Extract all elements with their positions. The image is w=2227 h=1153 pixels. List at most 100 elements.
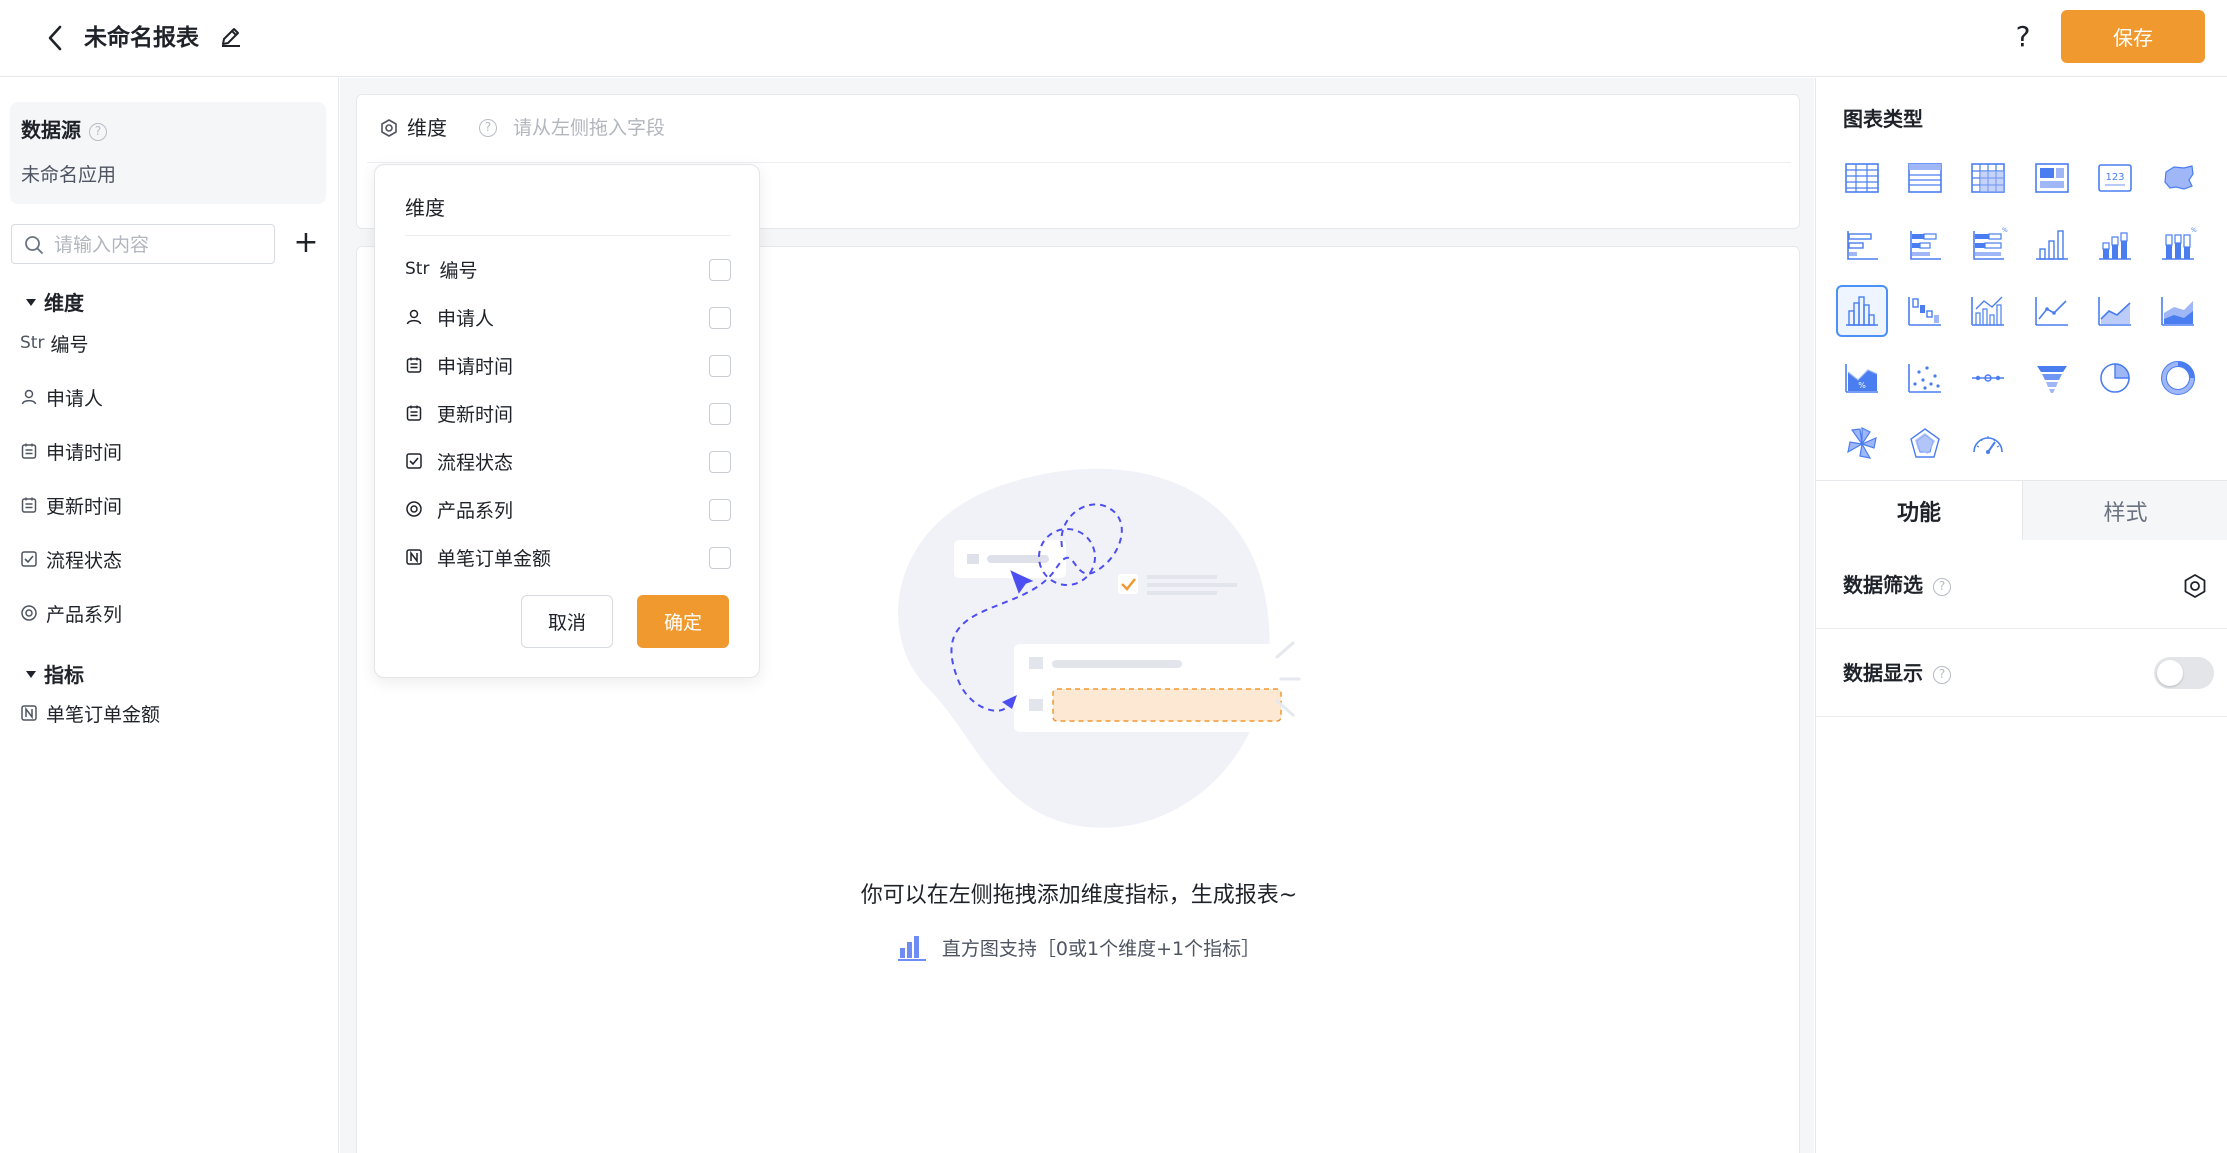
chart-type-stacked-horizontal-bar[interactable] — [1899, 219, 1951, 271]
help-circle-icon[interactable]: ? — [1933, 577, 1951, 596]
chart-type-card-table[interactable] — [2026, 152, 2078, 204]
chart-type-dot-line[interactable] — [1962, 352, 2014, 404]
search-icon — [25, 236, 43, 254]
field-item[interactable]: 申请时间 — [20, 434, 122, 468]
chart-type-scatter[interactable] — [1899, 352, 1951, 404]
tab-style[interactable]: 样式 — [2022, 481, 2227, 540]
datasource-card[interactable]: 数据源? 未命名应用 — [10, 102, 326, 204]
radio-icon — [405, 500, 423, 518]
histogram-chart-icon — [1846, 296, 1878, 326]
dimension-group-header[interactable]: 维度 — [26, 288, 84, 318]
chart-type-stacked-column[interactable] — [2089, 219, 2141, 271]
chart-type-area[interactable] — [2089, 285, 2141, 337]
field-item[interactable]: 更新时间 — [20, 488, 122, 522]
chart-type-map[interactable] — [2152, 152, 2204, 204]
chart-type-waterfall[interactable] — [1899, 285, 1951, 337]
user-icon — [20, 388, 38, 406]
option-checkbox[interactable] — [709, 355, 731, 377]
percent-column-chart-icon: % — [2162, 227, 2197, 260]
option-checkbox[interactable] — [709, 499, 731, 521]
field-item[interactable]: 产品系列 — [20, 596, 122, 630]
save-button[interactable]: 保存 — [2061, 10, 2205, 63]
field-label: 编号 — [50, 333, 89, 356]
chart-type-detail-table[interactable] — [1899, 152, 1951, 204]
field-item[interactable]: 单笔订单金额 — [20, 696, 160, 730]
checkbox-icon — [20, 550, 38, 568]
edit-title-button[interactable] — [218, 24, 244, 50]
dimension-picker-popover: 维度 Str 编号 申请人 申请时间 更新时间 流程状态 产品系列 单笔订单金额 … — [374, 164, 760, 678]
popover-option[interactable]: 单笔订单金额 — [405, 540, 731, 574]
chart-type-stacked-area[interactable] — [2152, 285, 2204, 337]
datasource-app-name: 未命名应用 — [21, 164, 117, 186]
popover-title: 维度 — [405, 196, 445, 220]
chart-type-histogram[interactable] — [1836, 285, 1888, 337]
settings-hex-icon[interactable] — [379, 118, 399, 138]
calendar-icon — [405, 404, 423, 422]
svg-text:%: % — [1858, 381, 1866, 390]
tab-function[interactable]: 功能 — [1816, 481, 2022, 540]
chart-type-gauge[interactable] — [1962, 418, 2014, 470]
popover-option[interactable]: 更新时间 — [405, 396, 731, 430]
scatter-chart-icon — [1908, 364, 1941, 393]
cancel-button[interactable]: 取消 — [521, 595, 613, 648]
field-label: 单笔订单金额 — [46, 703, 161, 726]
popover-option[interactable]: 申请时间 — [405, 348, 731, 382]
stacked-column-chart-icon — [2099, 232, 2131, 260]
metric-group-header[interactable]: 指标 — [26, 660, 84, 690]
popover-option[interactable]: Str 编号 — [405, 252, 731, 286]
chart-type-donut[interactable] — [2152, 352, 2204, 404]
back-button[interactable] — [40, 20, 70, 56]
radio-icon — [20, 604, 38, 622]
empty-state-title: 你可以在左侧拖拽添加维度指标，生成报表~ — [860, 883, 1298, 908]
chart-type-table[interactable] — [1836, 152, 1888, 204]
option-checkbox[interactable] — [709, 403, 731, 425]
search-input[interactable] — [54, 231, 264, 259]
popover-option[interactable]: 产品系列 — [405, 492, 731, 526]
option-checkbox[interactable] — [709, 259, 731, 281]
chart-type-indicator-card[interactable]: 123 — [2089, 152, 2141, 204]
field-item[interactable]: 流程状态 — [20, 542, 122, 576]
percent-horizontal-bar-chart-icon: % — [1973, 227, 2008, 260]
percent-area-chart-icon: % — [1845, 364, 1878, 393]
chart-type-radar[interactable] — [1899, 418, 1951, 470]
search-box[interactable] — [11, 224, 275, 264]
option-checkbox[interactable] — [709, 307, 731, 329]
option-label: 更新时间 — [437, 403, 514, 426]
chart-type-percent-area[interactable]: % — [1836, 352, 1888, 404]
chart-type-rose[interactable] — [1836, 418, 1888, 470]
data-display-toggle[interactable] — [2154, 657, 2214, 689]
help-circle-icon[interactable]: ? — [1933, 665, 1951, 684]
popover-option[interactable]: 申请人 — [405, 300, 731, 334]
dimension-drop-hint: 请从左侧拖入字段 — [513, 117, 666, 139]
chart-type-funnel[interactable] — [2026, 352, 2078, 404]
field-item[interactable]: 申请人 — [20, 380, 103, 414]
help-circle-icon[interactable]: ? — [89, 122, 107, 141]
data-display-label: 数据显示? — [1843, 658, 1951, 688]
chart-type-horizontal-bar[interactable] — [1836, 219, 1888, 271]
option-checkbox[interactable] — [709, 547, 731, 569]
data-filter-row: 数据筛选? — [1816, 541, 2227, 629]
chart-type-line[interactable] — [2026, 285, 2078, 337]
indicator-card-chart-icon: 123 — [2098, 164, 2132, 192]
settings-hex-icon[interactable] — [2182, 573, 2208, 599]
option-checkbox[interactable] — [709, 451, 731, 473]
chart-type-pie[interactable] — [2089, 352, 2141, 404]
empty-state-hint-text: 直方图支持［0或1个维度+1个指标］ — [941, 937, 1261, 960]
confirm-button[interactable]: 确定 — [637, 595, 729, 648]
chart-type-cross-table[interactable] — [1962, 152, 2014, 204]
chart-type-column[interactable] — [2026, 219, 2078, 271]
help-circle-icon[interactable]: ? — [479, 119, 497, 137]
panel-tabs: 功能 样式 — [1816, 480, 2227, 540]
dimension-drop-row[interactable]: 维度 ? 请从左侧拖入字段 — [367, 95, 1791, 163]
add-field-button[interactable]: + — [292, 226, 320, 262]
datasource-title-text: 数据源 — [21, 118, 81, 142]
field-item[interactable]: Str 编号 — [20, 326, 88, 360]
popover-option[interactable]: 流程状态 — [405, 444, 731, 478]
chart-type-percent-horizontal-bar[interactable]: % — [1962, 219, 2014, 271]
chart-type-percent-column[interactable]: % — [2152, 219, 2204, 271]
help-button[interactable]: ? — [2008, 18, 2038, 56]
svg-text:%: % — [2002, 227, 2008, 234]
dimension-group-label: 维度 — [44, 291, 84, 315]
chart-type-column-line[interactable] — [1962, 285, 2014, 337]
empty-state-subtitle: 直方图支持［0或1个维度+1个指标］ — [357, 933, 1801, 961]
